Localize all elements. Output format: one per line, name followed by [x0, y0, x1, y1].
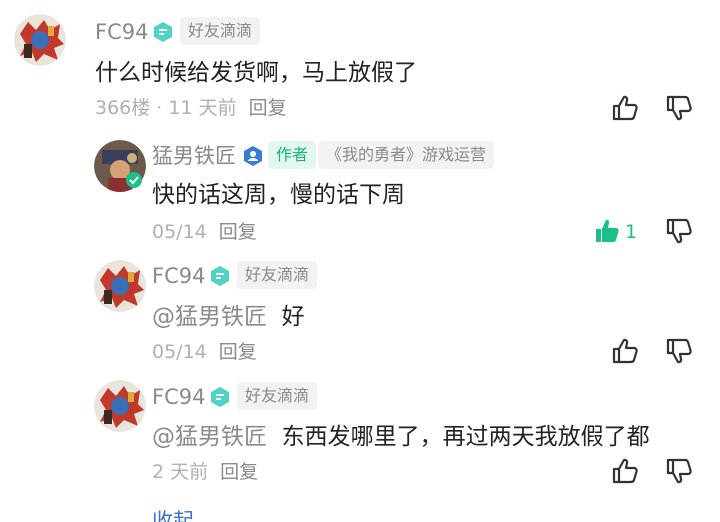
user-tag: 好友滴滴: [180, 17, 261, 45]
reply-item: FC94 好友滴滴 @猛男铁匠 东西发哪里了，再过两天我放假了都 2 天前 回复: [0, 370, 720, 500]
comment-item: FC94 好友滴滴 什么时候给发货啊，马上放假了 366楼 · 11 天前 回复: [0, 0, 720, 130]
user-tag: 《我的勇者》游戏运营: [318, 141, 495, 169]
post-date: 05/14: [152, 341, 207, 363]
thumbs-down-icon[interactable]: [664, 93, 694, 123]
comment-text: 什么时候给发货啊，马上放假了: [95, 60, 417, 86]
thumbs-down-icon[interactable]: [664, 456, 694, 486]
mention-link[interactable]: @猛男铁匠: [152, 424, 267, 450]
username[interactable]: 猛男铁匠: [152, 143, 236, 169]
reply-button[interactable]: 回复: [219, 221, 257, 243]
username[interactable]: FC94: [152, 384, 205, 410]
reply-item: 猛男铁匠 作者 《我的勇者》游戏运营 快的话这周，慢的话下周 05/14 回复 1: [0, 130, 720, 250]
comment-text: 快的话这周，慢的话下周: [152, 182, 405, 208]
reply-button[interactable]: 回复: [220, 461, 258, 483]
post-time: 2 天前: [152, 461, 209, 483]
username[interactable]: FC94: [95, 19, 148, 45]
reply-button[interactable]: 回复: [249, 97, 287, 119]
friend-badge-icon: [154, 22, 172, 42]
author-tag: 作者: [268, 141, 317, 169]
comment-text: @猛男铁匠 好: [152, 302, 305, 332]
thumbs-down-icon[interactable]: [664, 216, 694, 246]
user-tag: 好友滴滴: [237, 261, 318, 289]
collapse-replies-link[interactable]: 收起: [152, 508, 194, 522]
verified-person-icon: [244, 146, 262, 166]
thumbs-up-icon[interactable]: [610, 93, 640, 123]
username[interactable]: FC94: [152, 263, 205, 289]
friend-badge-icon: [211, 387, 229, 407]
floor-time: 366楼 · 11 天前: [95, 97, 237, 119]
verified-check-icon: [126, 172, 142, 188]
comment-meta: 366楼 · 11 天前 回复: [95, 96, 287, 120]
post-date: 05/14: [152, 221, 207, 243]
user-tag: 好友滴滴: [237, 382, 318, 410]
friend-badge-icon: [211, 266, 229, 286]
thumbs-up-filled-icon[interactable]: [592, 216, 622, 246]
thumbs-up-icon[interactable]: [610, 456, 640, 486]
avatar[interactable]: [94, 380, 146, 432]
mention-link[interactable]: @猛男铁匠: [152, 304, 267, 330]
thumbs-up-icon[interactable]: [610, 336, 640, 366]
reply-item: FC94 好友滴滴 @猛男铁匠 好 05/14 回复: [0, 250, 720, 370]
comment-text-content: 好: [281, 304, 305, 330]
comment-text: @猛男铁匠 东西发哪里了，再过两天我放假了都: [152, 422, 650, 452]
comment-meta: 2 天前 回复: [152, 460, 258, 484]
comment-text-content: 东西发哪里了，再过两天我放假了都: [281, 424, 650, 450]
comment-meta: 05/14 回复: [152, 220, 257, 244]
thumbs-down-icon[interactable]: [664, 336, 694, 366]
avatar[interactable]: [14, 14, 66, 66]
reply-button[interactable]: 回复: [219, 341, 257, 363]
comment-meta: 05/14 回复: [152, 340, 257, 364]
avatar[interactable]: [94, 260, 146, 312]
like-count: 1: [625, 221, 638, 243]
